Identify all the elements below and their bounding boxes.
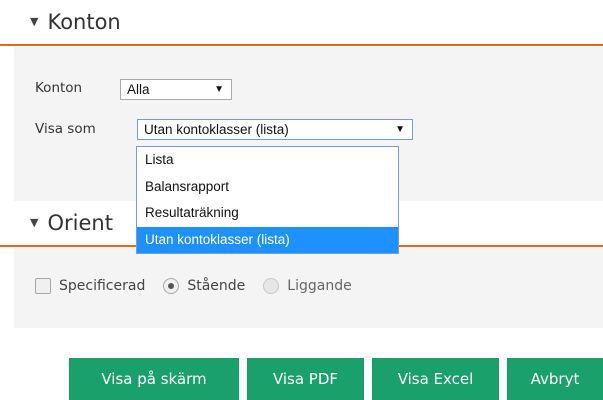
konton-select-value: Alla <box>127 82 150 97</box>
liggande-label[interactable]: Liggande <box>287 278 351 294</box>
visa-excel-button[interactable]: Visa Excel <box>372 358 499 400</box>
orientering-panel: Specificerad Stående Liggande <box>14 248 603 328</box>
caret-down-icon: ▼ <box>30 14 39 28</box>
liggande-radio[interactable] <box>263 278 280 294</box>
visa-pa-skarm-button[interactable]: Visa på skärm <box>69 358 239 400</box>
section-header-konton[interactable]: ▼ Konton <box>0 0 603 46</box>
konton-select[interactable]: Alla ▼ <box>120 79 232 100</box>
dropdown-option-lista[interactable]: Lista <box>137 147 398 174</box>
visa-pdf-button[interactable]: Visa PDF <box>247 358 364 400</box>
avbryt-button[interactable]: Avbryt <box>507 358 603 400</box>
staende-radio[interactable] <box>163 278 180 294</box>
konton-label: Konton <box>35 80 83 96</box>
orientation-options: Specificerad Stående Liggande <box>35 278 370 294</box>
dropdown-option-balansrapport[interactable]: Balansrapport <box>137 174 398 201</box>
specificerad-checkbox[interactable] <box>35 278 51 294</box>
staende-label[interactable]: Stående <box>187 278 245 294</box>
dropdown-option-resultatrakning[interactable]: Resultaträkning <box>137 200 398 227</box>
visa-som-select-value: Utan kontoklasser (lista) <box>144 122 289 137</box>
section-title-konton: Konton <box>47 10 121 34</box>
specificerad-label[interactable]: Specificerad <box>59 278 145 294</box>
section-title-orientering: Orient <box>47 211 113 235</box>
visa-som-label: Visa som <box>35 121 96 137</box>
dropdown-option-utan-kontoklasser[interactable]: Utan kontoklasser (lista) <box>137 226 398 253</box>
dropdown-arrow-icon: ▼ <box>395 124 405 135</box>
dropdown-arrow-icon: ▼ <box>214 84 224 95</box>
visa-som-dropdown-list[interactable]: Lista Balansrapport Resultaträkning Utan… <box>136 146 399 254</box>
visa-som-select[interactable]: Utan kontoklasser (lista) ▼ <box>137 119 413 140</box>
caret-down-icon: ▼ <box>30 215 39 229</box>
